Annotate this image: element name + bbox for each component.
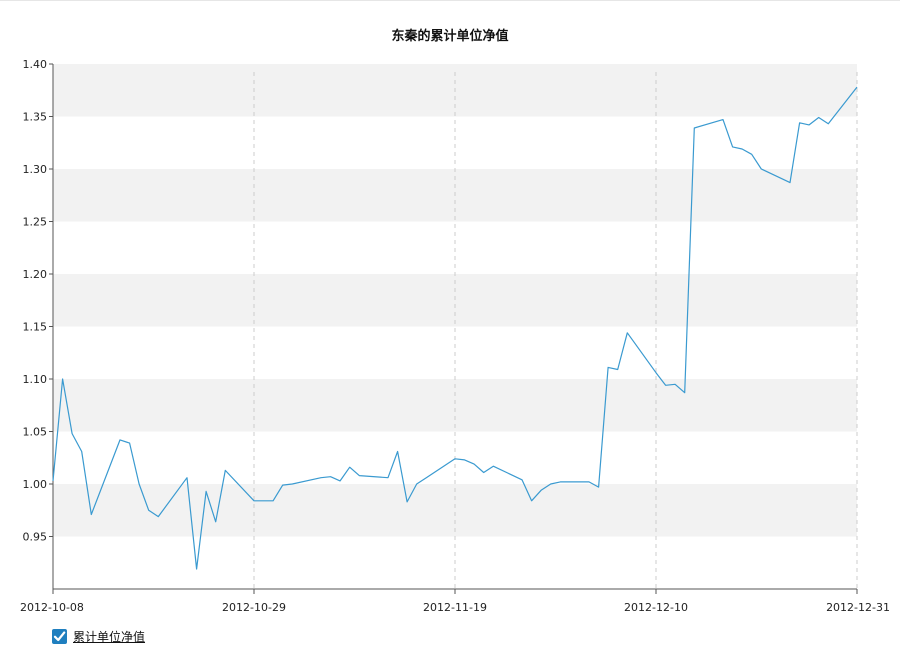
y-tick-label: 1.35 (23, 111, 48, 124)
y-tick-label: 1.10 (23, 373, 48, 386)
y-tick-label: 1.20 (23, 268, 48, 281)
checkmark-icon[interactable] (52, 628, 67, 644)
legend-item[interactable]: 累计单位净值 (52, 627, 145, 645)
y-tick-label: 1.05 (23, 426, 48, 439)
y-axis-tick-labels: 0.95 1.00 1.05 1.10 1.15 1.20 1.25 1.30 1.35 1.40 (23, 58, 53, 544)
x-axis-tick-labels: 2012-10-08 2012-10-29 2012-11-19 2012-12-10… (20, 589, 890, 614)
x-tick-label: 2012-11-19 (423, 601, 487, 614)
y-tick-label: 1.15 (23, 321, 48, 334)
x-tick-label: 2012-10-29 (222, 601, 286, 614)
y-tick-label: 1.25 (23, 216, 48, 229)
x-tick-label: 2012-12-31 (826, 601, 890, 614)
y-tick-label: 1.30 (23, 163, 48, 176)
legend-label[interactable]: 累计单位净值 (73, 628, 145, 645)
x-tick-label: 2012-10-08 (20, 601, 84, 614)
line-chart: 0.95 1.00 1.05 1.10 1.15 1.20 1.25 1.30 1.35 1.40… (20, 58, 890, 614)
y-tick-label: 1.00 (23, 478, 48, 491)
y-tick-label: 1.40 (23, 58, 48, 71)
y-tick-label: 0.95 (23, 531, 48, 544)
x-tick-label: 2012-12-10 (624, 601, 688, 614)
